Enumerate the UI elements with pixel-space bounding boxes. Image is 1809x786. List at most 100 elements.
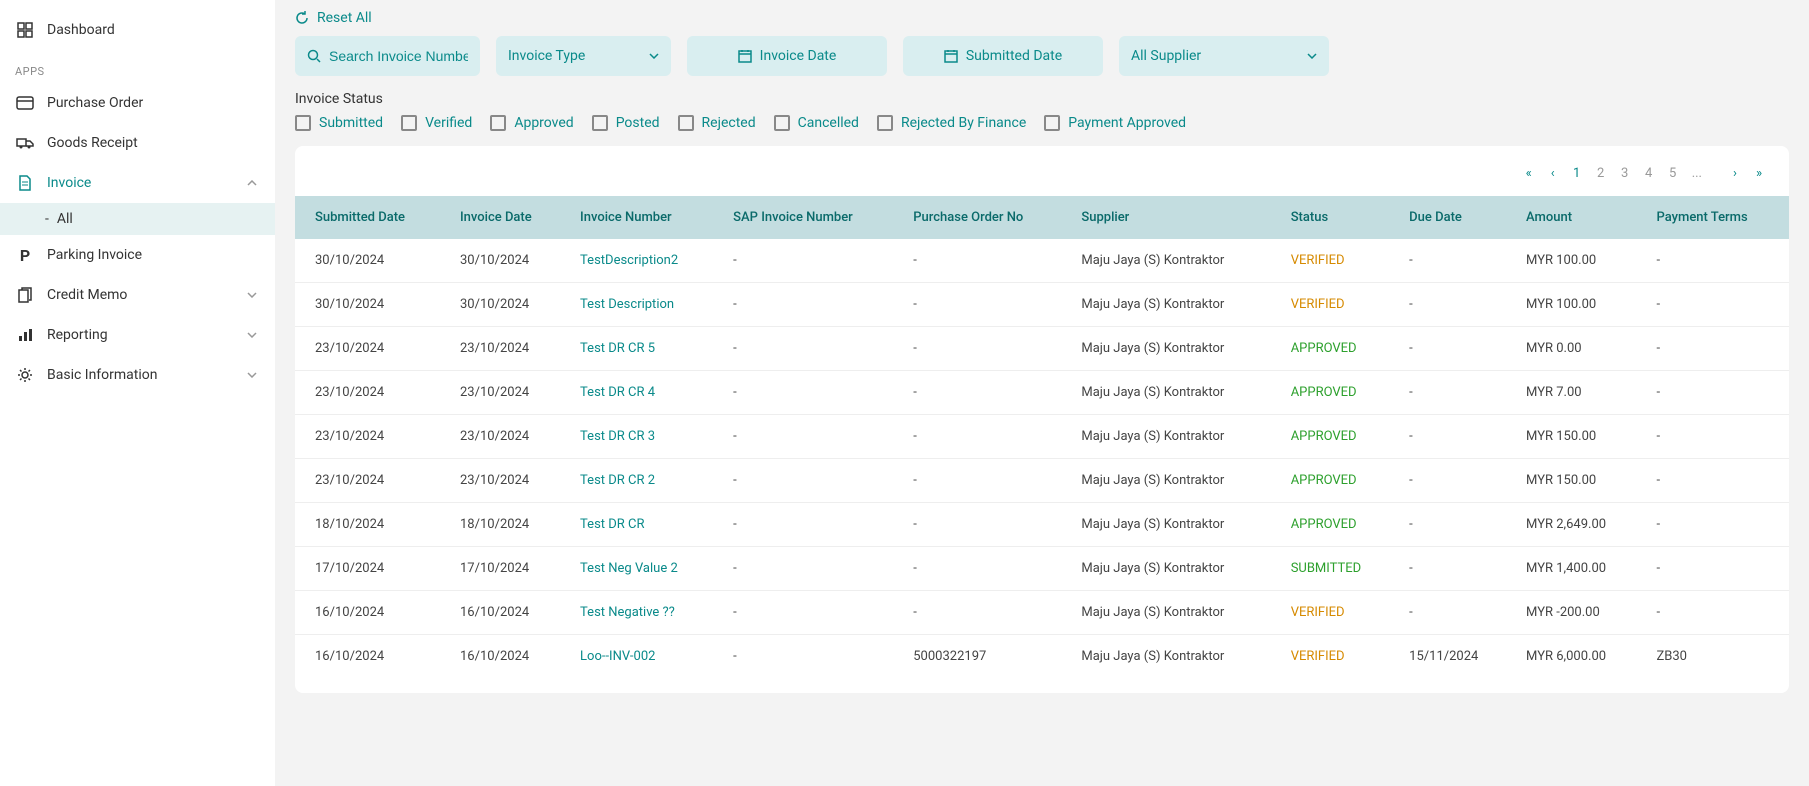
refresh-icon: [295, 11, 309, 25]
status-check-rejected[interactable]: Rejected: [678, 115, 756, 131]
search-input[interactable]: [329, 48, 468, 64]
cell: Maju Jaya (S) Kontraktor: [1069, 459, 1278, 503]
invoice-number-link[interactable]: Test Description: [580, 297, 674, 312]
col-status[interactable]: Status: [1279, 196, 1397, 239]
cell: Maju Jaya (S) Kontraktor: [1069, 635, 1278, 679]
table-row[interactable]: 16/10/202416/10/2024Test Negative ??--Ma…: [295, 591, 1789, 635]
cell: 16/10/2024: [295, 591, 448, 635]
check-label: Cancelled: [798, 115, 859, 131]
invoice-number-link[interactable]: Test DR CR: [580, 517, 644, 532]
col-invoice-date[interactable]: Invoice Date: [448, 196, 568, 239]
cell: 5000322197: [901, 635, 1069, 679]
cell: -: [1397, 415, 1514, 459]
table-row[interactable]: 16/10/202416/10/2024Loo--INV-002-5000322…: [295, 635, 1789, 679]
invoice-number-link[interactable]: TestDescription2: [580, 253, 678, 268]
nav-label: Parking Invoice: [47, 247, 260, 263]
invoice-number-link[interactable]: Test Neg Value 2: [580, 561, 678, 576]
col-submitted-date[interactable]: Submitted Date: [295, 196, 448, 239]
invoice-number-link[interactable]: Test DR CR 2: [580, 473, 655, 488]
cell: 23/10/2024: [448, 327, 568, 371]
nav-goods-receipt[interactable]: Goods Receipt: [0, 123, 275, 163]
cell: -: [901, 415, 1069, 459]
reset-all-button[interactable]: Reset All: [295, 10, 1789, 26]
cell: MYR 100.00: [1514, 239, 1644, 283]
cell: -: [1397, 547, 1514, 591]
cell: Test DR CR 5: [568, 327, 721, 371]
nav-reporting[interactable]: Reporting: [0, 315, 275, 355]
cell: VERIFIED: [1279, 239, 1397, 283]
col-invoice-number[interactable]: Invoice Number: [568, 196, 721, 239]
supplier-filter[interactable]: All Supplier: [1119, 36, 1329, 76]
col-purchase-order-no[interactable]: Purchase Order No: [901, 196, 1069, 239]
invoice-number-link[interactable]: Test Negative ??: [580, 605, 675, 620]
status-badge: APPROVED: [1291, 341, 1357, 356]
table-row[interactable]: 17/10/202417/10/2024Test Neg Value 2--Ma…: [295, 547, 1789, 591]
cell: Maju Jaya (S) Kontraktor: [1069, 239, 1278, 283]
cell: -: [721, 415, 901, 459]
check-label: Rejected: [702, 115, 756, 131]
nav-basic-information[interactable]: Basic Information: [0, 355, 275, 395]
col-due-date[interactable]: Due Date: [1397, 196, 1514, 239]
table-row[interactable]: 18/10/202418/10/2024Test DR CR--Maju Jay…: [295, 503, 1789, 547]
invoice-number-link[interactable]: Test DR CR 4: [580, 385, 655, 400]
invoice-number-link[interactable]: Test DR CR 3: [580, 429, 655, 444]
table-row[interactable]: 23/10/202423/10/2024Test DR CR 2--Maju J…: [295, 459, 1789, 503]
page-first[interactable]: «: [1524, 166, 1534, 181]
cell: MYR 0.00: [1514, 327, 1644, 371]
chevron-down-icon: [1307, 53, 1317, 59]
page-1[interactable]: 1: [1572, 166, 1582, 181]
table-row[interactable]: 23/10/202423/10/2024Test DR CR 4--Maju J…: [295, 371, 1789, 415]
nav-invoice-all[interactable]: - All: [0, 203, 275, 235]
col-payment-terms[interactable]: Payment Terms: [1644, 196, 1789, 239]
col-amount[interactable]: Amount: [1514, 196, 1644, 239]
cell: MYR 6,000.00: [1514, 635, 1644, 679]
nav-parking-invoice[interactable]: P Parking Invoice: [0, 235, 275, 275]
nav-credit-memo[interactable]: Credit Memo: [0, 275, 275, 315]
col-supplier[interactable]: Supplier: [1069, 196, 1278, 239]
status-check-posted[interactable]: Posted: [592, 115, 660, 131]
nav-label: Credit Memo: [47, 287, 244, 303]
cell: APPROVED: [1279, 503, 1397, 547]
cell: Test DR CR: [568, 503, 721, 547]
status-check-approved[interactable]: Approved: [490, 115, 573, 131]
status-check-verified[interactable]: Verified: [401, 115, 472, 131]
cell: -: [1644, 415, 1789, 459]
cell: -: [901, 239, 1069, 283]
col-sap-invoice-number[interactable]: SAP Invoice Number: [721, 196, 901, 239]
page-next[interactable]: ›: [1730, 166, 1740, 181]
cell: 30/10/2024: [448, 239, 568, 283]
table-row[interactable]: 23/10/202423/10/2024Test DR CR 3--Maju J…: [295, 415, 1789, 459]
cell: APPROVED: [1279, 327, 1397, 371]
page-4[interactable]: 4: [1644, 166, 1654, 181]
status-check-rejected-by-finance[interactable]: Rejected By Finance: [877, 115, 1026, 131]
cell: -: [1644, 547, 1789, 591]
cell: -: [1644, 283, 1789, 327]
checkbox-icon: [490, 115, 506, 131]
reset-label: Reset All: [317, 10, 372, 26]
status-check-submitted[interactable]: Submitted: [295, 115, 383, 131]
cell: Maju Jaya (S) Kontraktor: [1069, 547, 1278, 591]
cell: 16/10/2024: [295, 635, 448, 679]
search-invoice-filter[interactable]: [295, 36, 480, 76]
page-...[interactable]: ...: [1692, 166, 1702, 181]
page-last[interactable]: »: [1754, 166, 1764, 181]
invoice-date-filter[interactable]: Invoice Date: [687, 36, 887, 76]
page-5[interactable]: 5: [1668, 166, 1678, 181]
submitted-date-filter[interactable]: Submitted Date: [903, 36, 1103, 76]
page-3[interactable]: 3: [1620, 166, 1630, 181]
invoice-number-link[interactable]: Loo--INV-002: [580, 649, 655, 664]
nav-invoice[interactable]: Invoice: [0, 163, 275, 203]
cell: Maju Jaya (S) Kontraktor: [1069, 591, 1278, 635]
cell: -: [721, 547, 901, 591]
page-2[interactable]: 2: [1596, 166, 1606, 181]
status-check-payment-approved[interactable]: Payment Approved: [1044, 115, 1186, 131]
nav-dashboard[interactable]: Dashboard: [0, 10, 275, 50]
invoice-type-filter[interactable]: Invoice Type: [496, 36, 671, 76]
status-check-cancelled[interactable]: Cancelled: [774, 115, 859, 131]
table-row[interactable]: 23/10/202423/10/2024Test DR CR 5--Maju J…: [295, 327, 1789, 371]
table-row[interactable]: 30/10/202430/10/2024TestDescription2--Ma…: [295, 239, 1789, 283]
table-row[interactable]: 30/10/202430/10/2024Test Description--Ma…: [295, 283, 1789, 327]
invoice-number-link[interactable]: Test DR CR 5: [580, 341, 655, 356]
page-prev[interactable]: ‹: [1548, 166, 1558, 181]
nav-purchase-order[interactable]: Purchase Order: [0, 83, 275, 123]
